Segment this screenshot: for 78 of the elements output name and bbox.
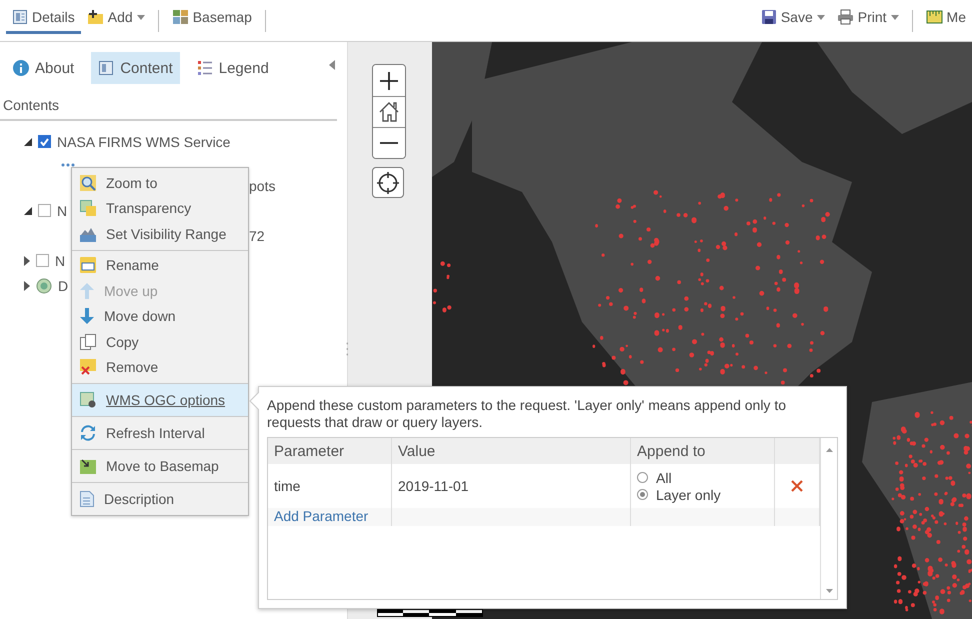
radio-button[interactable] xyxy=(637,472,648,483)
page-icon xyxy=(80,491,94,507)
radio-button[interactable] xyxy=(637,489,648,500)
list-icon xyxy=(196,60,213,76)
plus-icon xyxy=(380,72,398,90)
down-arrow-icon xyxy=(80,308,94,324)
column-header: Parameter xyxy=(268,438,392,464)
refresh-icon xyxy=(80,425,96,441)
layer-name[interactable]: NASA FIRMS WMS Service xyxy=(57,134,230,150)
menu-item[interactable]: Move down xyxy=(72,304,248,329)
ruler-icon xyxy=(926,9,943,25)
collapsed-toggle-icon[interactable] xyxy=(24,280,30,290)
panel-tab[interactable]: Legend xyxy=(190,52,276,84)
layer-name[interactable]: N xyxy=(55,252,66,268)
layer-name[interactable]: D xyxy=(58,278,68,294)
toolbar-button[interactable]: Basemap xyxy=(166,4,258,34)
copy-icon xyxy=(80,334,96,350)
sublayer-name[interactable]: pots xyxy=(249,178,276,194)
panel-tab[interactable]: Content xyxy=(91,52,180,84)
menu-item[interactable]: Set Visibility Range xyxy=(72,221,248,246)
menu-item[interactable]: Copy xyxy=(72,329,248,354)
locate-icon xyxy=(377,172,399,194)
sublayer-name[interactable]: 72 xyxy=(249,228,265,244)
radio-label[interactable]: All xyxy=(656,470,672,486)
menu-item[interactable]: Transparency xyxy=(72,196,248,221)
expanded-toggle-icon[interactable] xyxy=(24,206,32,214)
column-header: Append to xyxy=(631,438,775,464)
popup-description: Append these custom parameters to the request. 'Layer only' means append only to requests that draw or query layers. xyxy=(267,397,787,431)
basemap-icon xyxy=(80,458,96,474)
up-arrow-icon xyxy=(80,282,94,299)
add-folder-icon xyxy=(86,9,104,25)
printer-icon xyxy=(836,9,854,25)
scroll-down-icon xyxy=(826,589,832,593)
menu-item[interactable]: Remove xyxy=(72,354,248,380)
menu-item[interactable]: WMS OGC options xyxy=(72,384,248,416)
save-icon xyxy=(760,9,777,25)
document-icon xyxy=(98,60,114,76)
magnifier-icon xyxy=(80,174,96,191)
checkbox[interactable] xyxy=(38,135,51,148)
check-icon xyxy=(40,138,49,146)
toolbar-button[interactable]: Add xyxy=(80,4,151,34)
scroll-up-icon xyxy=(826,448,832,452)
layer-name[interactable]: N xyxy=(57,202,68,218)
remove-icon xyxy=(80,359,96,376)
more-options-icon[interactable] xyxy=(61,163,75,167)
section-heading: Contents xyxy=(3,97,60,113)
landscape-icon xyxy=(80,226,96,242)
caret-icon xyxy=(816,14,825,20)
info-icon xyxy=(13,60,29,76)
delete-icon[interactable] xyxy=(791,480,803,492)
home-icon xyxy=(378,101,400,123)
menu-item[interactable]: Rename xyxy=(72,252,248,278)
toolbar-button[interactable]: Details xyxy=(6,4,81,34)
toolbar-button[interactable]: Print xyxy=(830,4,905,34)
collapse-icon[interactable] xyxy=(329,60,335,70)
menu-item[interactable]: Zoom to xyxy=(72,170,248,196)
checkbox[interactable] xyxy=(36,254,49,267)
locate-button[interactable] xyxy=(372,167,404,198)
caret-icon xyxy=(890,14,899,20)
minus-icon xyxy=(380,141,398,145)
expanded-toggle-icon[interactable] xyxy=(24,138,32,146)
menu-item[interactable]: Description xyxy=(72,483,248,515)
toolbar-button[interactable]: Me xyxy=(920,4,972,34)
collapsed-toggle-icon[interactable] xyxy=(24,256,30,266)
layers-icon xyxy=(80,200,96,216)
zoom-out-button[interactable] xyxy=(373,127,405,158)
caret-icon xyxy=(136,14,145,20)
toolbar-button[interactable]: Save xyxy=(754,4,831,34)
menu-item[interactable]: Refresh Interval xyxy=(72,417,248,449)
checkbox[interactable] xyxy=(38,204,51,217)
panel-tab[interactable]: About xyxy=(6,52,82,84)
grid-icon xyxy=(172,9,189,25)
radio-label[interactable]: Layer only xyxy=(656,486,721,502)
rename-icon xyxy=(80,257,96,274)
add-parameter-link[interactable]: Add Parameter xyxy=(268,508,368,524)
menu-item[interactable]: Move to Basemap xyxy=(72,450,248,482)
column-header: Value xyxy=(392,438,631,464)
document-icon xyxy=(12,9,28,25)
